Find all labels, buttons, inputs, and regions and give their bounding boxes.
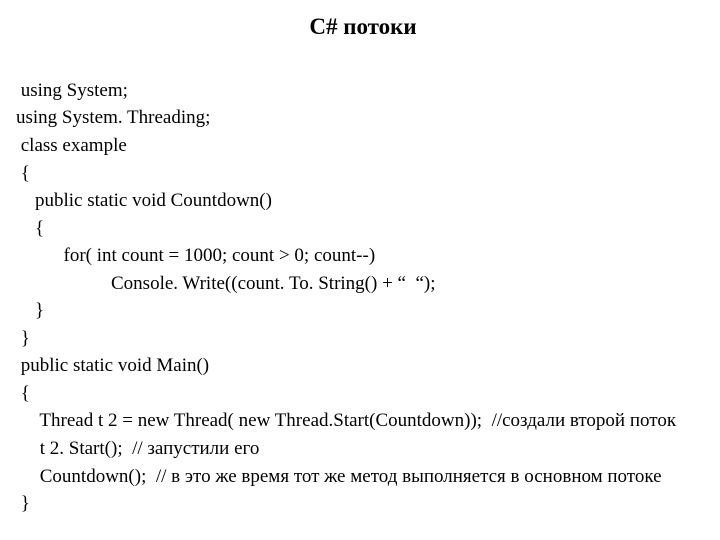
code-line: { [16, 383, 30, 404]
code-line: } [16, 493, 30, 514]
code-line: t 2. Start(); // запустили его [16, 438, 259, 459]
code-line: { [16, 163, 30, 184]
code-line: { [16, 218, 44, 239]
code-line: public static void Main() [16, 355, 209, 376]
code-block: using System; using System. Threading; c… [16, 49, 710, 517]
code-line: public static void Countdown() [16, 190, 272, 211]
code-line: } [16, 328, 30, 349]
code-line: Console. Write((count. To. String() + “ … [16, 273, 436, 294]
code-line: class example [16, 135, 127, 156]
code-line: using System. Threading; [16, 107, 210, 128]
code-line: } [16, 300, 44, 321]
code-line: Thread t 2 = new Thread( new Thread.Star… [16, 410, 676, 431]
code-line: for( int count = 1000; count > 0; count-… [16, 245, 375, 266]
slide-title: C# потоки [16, 10, 710, 43]
code-line: using System; [16, 80, 128, 101]
code-line: Countdown(); // в это же время тот же ме… [16, 466, 662, 487]
